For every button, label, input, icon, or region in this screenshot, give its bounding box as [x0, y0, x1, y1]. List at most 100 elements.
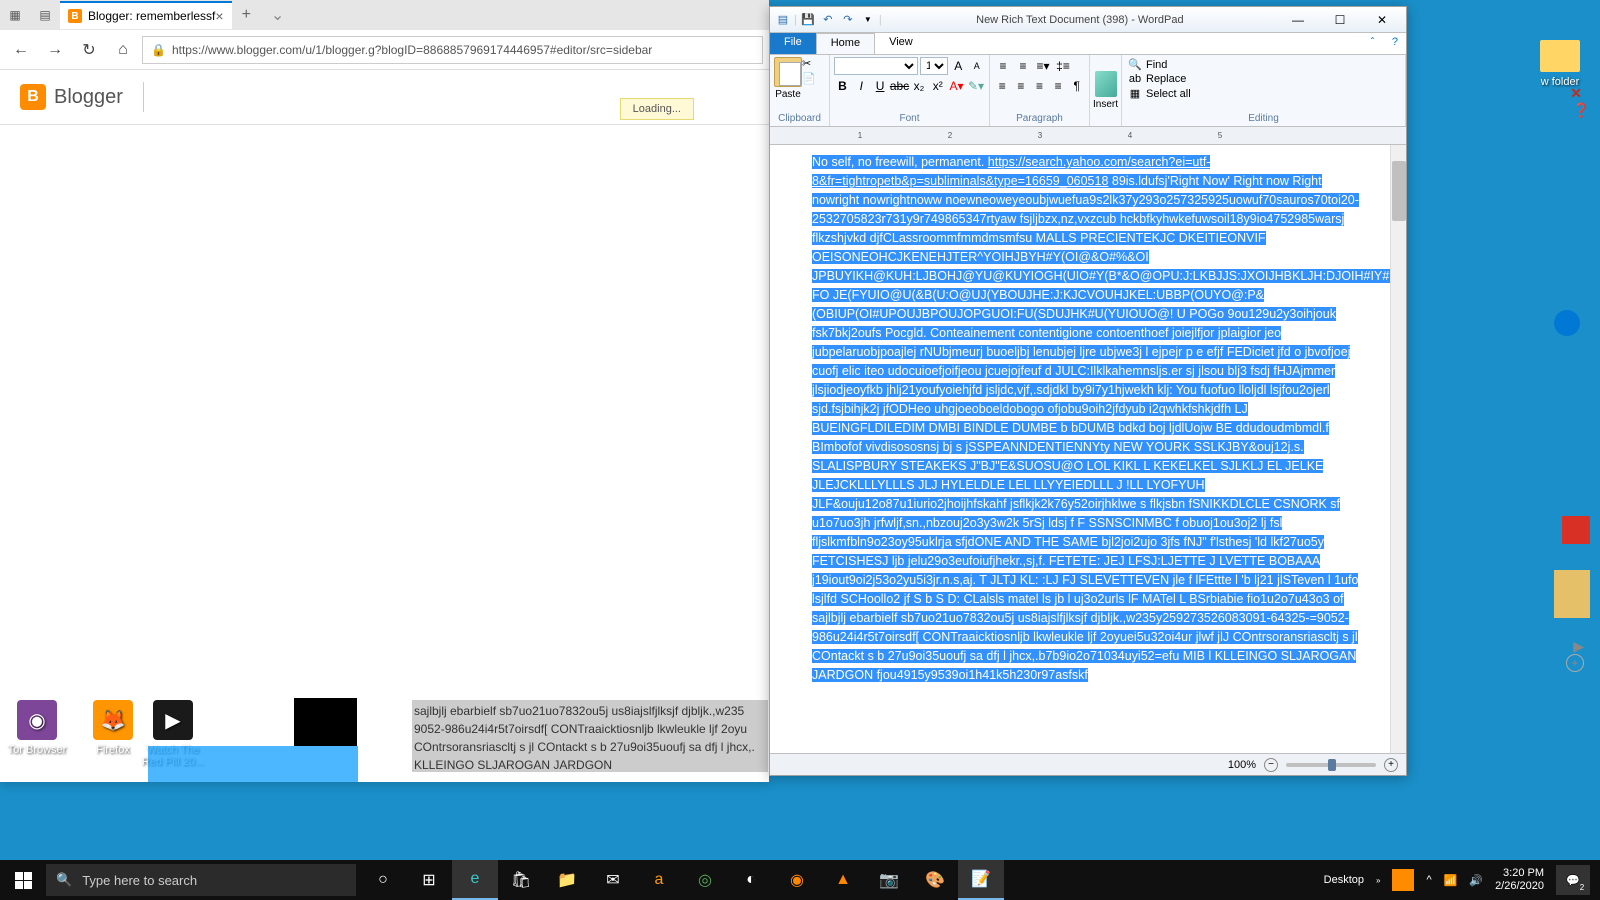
document-area[interactable]: No self, no freewill, permanent. https:/… [770, 145, 1406, 753]
decrease-indent-icon[interactable]: ≡ [994, 57, 1012, 75]
zoom-out-button[interactable]: − [1264, 758, 1278, 772]
taskbar-camera[interactable]: 📷 [866, 860, 912, 900]
cut-icon[interactable]: ✂ [802, 57, 816, 70]
shrink-font-icon[interactable]: A [968, 57, 985, 75]
taskbar-edge[interactable]: e [452, 860, 498, 900]
video-icon: ▶ [153, 700, 193, 740]
tray-chevron-icon[interactable]: » [1376, 876, 1380, 885]
superscript-button[interactable]: x² [929, 77, 946, 95]
start-button[interactable] [0, 860, 46, 900]
close-button[interactable]: ✕ [1362, 10, 1402, 30]
taskbar-store[interactable]: 🛍 [498, 860, 544, 900]
close-icon[interactable]: ✕ [1570, 85, 1582, 102]
select-all-button[interactable]: ▦Select all [1128, 86, 1399, 101]
document-text[interactable]: No self, no freewill, permanent. https:/… [770, 145, 1406, 693]
desktop-icon-tor[interactable]: ◉ Tor Browser [2, 700, 72, 756]
help-icon[interactable]: ❓ [1573, 102, 1590, 119]
arrow-right-icon[interactable]: ▶ [1573, 638, 1584, 655]
underline-button[interactable]: U [872, 77, 889, 95]
increase-indent-icon[interactable]: ≡ [1014, 57, 1032, 75]
tab-view[interactable]: View [875, 33, 927, 54]
text-color-button[interactable]: A▾ [948, 77, 965, 95]
tray-app-icon[interactable] [1392, 869, 1414, 891]
tray-overflow-icon[interactable]: ^ [1426, 874, 1431, 886]
taskbar-wordpad[interactable]: 📝 [958, 860, 1004, 900]
italic-button[interactable]: I [853, 77, 870, 95]
zoom-slider[interactable] [1286, 763, 1376, 767]
taskbar-vlc[interactable]: ▲ [820, 860, 866, 900]
task-view-icon[interactable]: ⊞ [406, 860, 452, 900]
new-tab-button[interactable]: + [232, 6, 261, 24]
zoom-plus-icon[interactable]: + [1566, 654, 1584, 672]
tab-aside-icon[interactable]: ▤ [30, 8, 60, 22]
desktop-toolbar-label[interactable]: Desktop [1324, 874, 1364, 886]
network-icon[interactable]: 📶 [1444, 874, 1458, 887]
browser-content: B Blogger Loading... [0, 70, 769, 782]
forward-button[interactable]: → [40, 35, 70, 65]
desktop-icon-new-folder[interactable]: w folder [1530, 40, 1590, 88]
tab-chevron-icon[interactable]: ⌄ [261, 5, 294, 25]
highlight-button[interactable]: ✎▾ [967, 77, 985, 95]
taskbar-app2[interactable]: ◉ [774, 860, 820, 900]
close-tab-icon[interactable]: × [215, 8, 223, 24]
find-button[interactable]: 🔍Find [1128, 57, 1399, 72]
font-name-select[interactable] [834, 57, 918, 75]
justify-icon[interactable]: ≡ [1050, 77, 1067, 95]
redo-icon[interactable]: ↷ [839, 11, 857, 29]
ribbon-collapse-icon[interactable]: ⌃ [1361, 33, 1384, 54]
vertical-scrollbar[interactable] [1390, 145, 1406, 753]
clock[interactable]: 3:20 PM 2/26/2020 [1495, 867, 1544, 893]
align-left-icon[interactable]: ≡ [994, 77, 1011, 95]
ruler[interactable]: 1 2 3 4 5 [770, 127, 1406, 145]
wordpad-titlebar[interactable]: ▤ | 💾 ↶ ↷ ▼ | New Rich Text Document (39… [770, 7, 1406, 33]
paragraph-icon[interactable]: ¶ [1068, 77, 1085, 95]
taskbar-app1[interactable]: ◐ [728, 860, 774, 900]
maximize-button[interactable]: ☐ [1320, 10, 1360, 30]
tab-file[interactable]: File [770, 33, 816, 54]
url-field[interactable]: 🔒 https://www.blogger.com/u/1/blogger.g?… [142, 36, 763, 64]
taskbar-search[interactable]: 🔍 Type here to search [46, 864, 356, 896]
help-icon[interactable]: ? [1384, 33, 1406, 54]
tab-home[interactable]: Home [816, 33, 875, 54]
replace-button[interactable]: abReplace [1128, 72, 1399, 86]
app-menu-icon[interactable]: ▤ [774, 11, 792, 29]
qat-dropdown-icon[interactable]: ▼ [859, 11, 877, 29]
align-center-icon[interactable]: ≡ [1013, 77, 1030, 95]
minimize-button[interactable]: — [1278, 10, 1318, 30]
refresh-button[interactable]: ↻ [74, 35, 104, 65]
font-size-select[interactable]: 11 [920, 57, 948, 75]
paste-button[interactable]: Paste [774, 57, 802, 107]
blogger-logo[interactable]: B Blogger [20, 84, 123, 110]
taskbar-amazon[interactable]: a [636, 860, 682, 900]
red-thumbnail[interactable] [1562, 516, 1590, 544]
window-controls: — ☐ ✕ [1278, 10, 1402, 30]
line-spacing-icon[interactable]: ‡≡ [1054, 57, 1072, 75]
copy-icon[interactable]: 📄 [802, 72, 816, 85]
align-right-icon[interactable]: ≡ [1031, 77, 1048, 95]
undo-icon[interactable]: ↶ [819, 11, 837, 29]
bold-button[interactable]: B [834, 77, 851, 95]
taskbar-explorer[interactable]: 📁 [544, 860, 590, 900]
cortana-icon[interactable]: ○ [360, 860, 406, 900]
zoom-in-button[interactable]: + [1384, 758, 1398, 772]
home-button[interactable]: ⌂ [108, 35, 138, 65]
blogger-favicon: B [68, 9, 82, 23]
browser-tab-active[interactable]: B Blogger: rememberlessf × [60, 1, 232, 29]
list-icon[interactable]: ≡▾ [1034, 57, 1052, 75]
scrollbar-thumb[interactable] [1392, 161, 1406, 221]
edge-address-bar: ← → ↻ ⌂ 🔒 https://www.blogger.com/u/1/bl… [0, 30, 769, 70]
notification-center[interactable]: 💬2 [1556, 865, 1590, 895]
grow-font-icon[interactable]: A [950, 57, 967, 75]
volume-icon[interactable]: 🔊 [1469, 874, 1483, 887]
taskbar-mail[interactable]: ✉ [590, 860, 636, 900]
save-icon[interactable]: 💾 [799, 11, 817, 29]
taskbar-paint[interactable]: 🎨 [912, 860, 958, 900]
strikethrough-button[interactable]: abc [890, 77, 908, 95]
ribbon-group-insert[interactable]: Insert [1090, 55, 1122, 126]
back-button[interactable]: ← [6, 35, 36, 65]
taskbar-tripadvisor[interactable]: ◎ [682, 860, 728, 900]
tab-group-icon[interactable]: ▦ [0, 8, 30, 22]
photo-thumbnail[interactable] [1554, 570, 1590, 618]
subscript-button[interactable]: x₂ [910, 77, 927, 95]
avatar-icon[interactable] [1554, 310, 1580, 336]
